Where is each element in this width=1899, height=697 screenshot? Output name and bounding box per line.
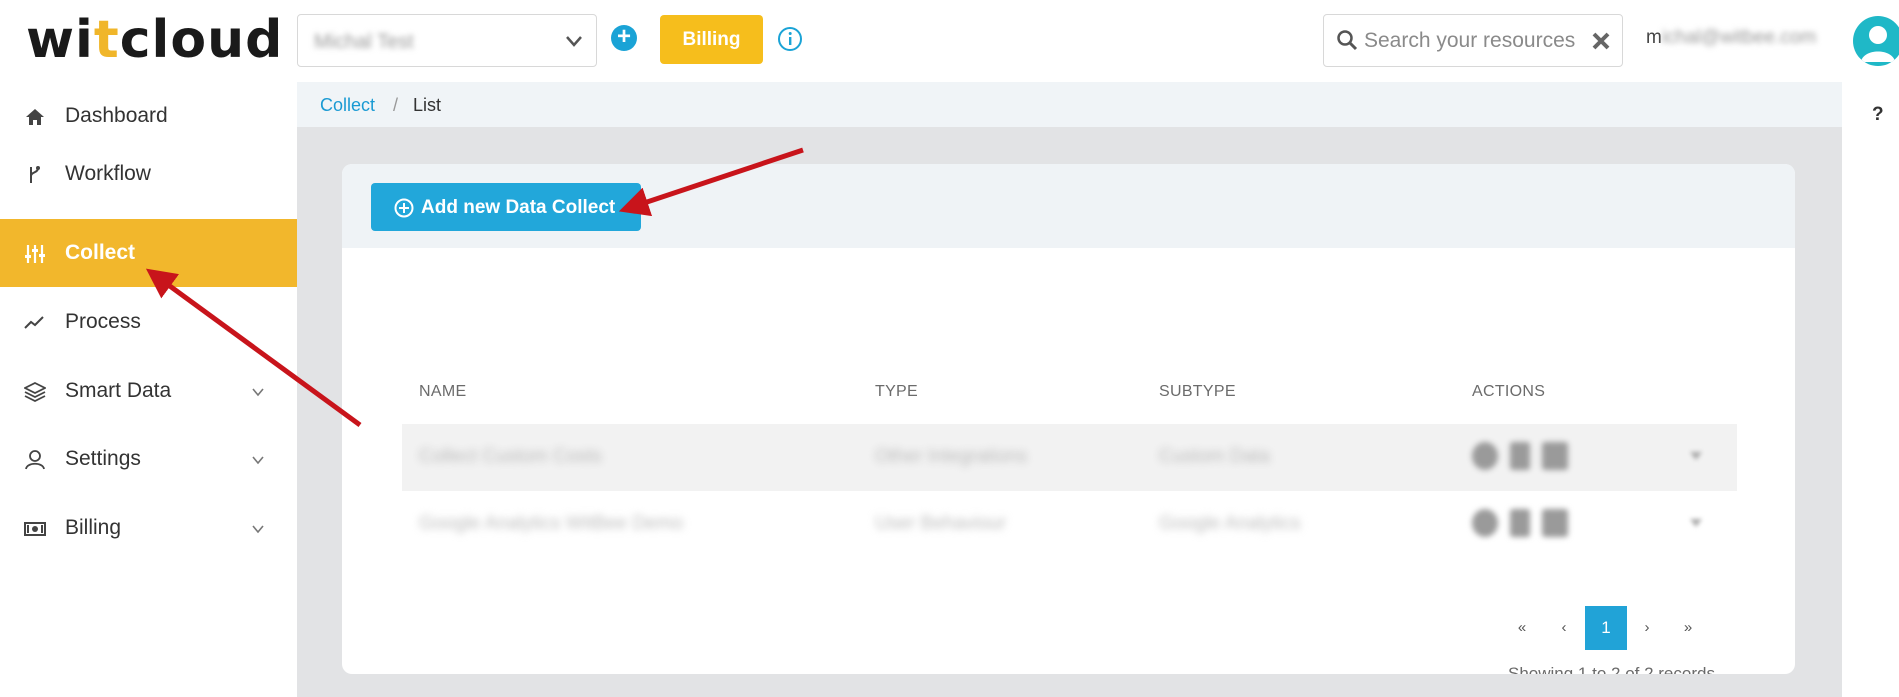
pagination-last[interactable]: »	[1678, 606, 1698, 650]
breadcrumb-link-collect[interactable]: Collect	[320, 95, 375, 116]
account-select-value: Michal Test	[314, 31, 414, 53]
sidebar-item-label: Dashboard	[65, 104, 168, 127]
table-row[interactable]: Google Analytics WitBee Demo User Behavi…	[402, 491, 1737, 558]
cell-name: Collect Custom Costs	[419, 446, 602, 467]
account-select[interactable]: Michal Test	[297, 14, 597, 67]
sidebar: Dashboard Workflow Collect Process Smart…	[0, 82, 297, 697]
delete-icon[interactable]	[1510, 442, 1530, 470]
top-bar: witcloud Michal Test + Billing michal@wi…	[0, 0, 1899, 82]
sidebar-item-collect[interactable]: Collect	[0, 219, 297, 287]
details-icon[interactable]	[1472, 509, 1498, 537]
search-input[interactable]	[1364, 25, 1579, 57]
witcloud-logo[interactable]: witcloud	[26, 10, 283, 70]
cell-type: User Behaviour	[875, 513, 1006, 534]
sidebar-item-label: Process	[65, 310, 141, 333]
avatar[interactable]	[1853, 16, 1899, 66]
cell-subtype: Custom Data	[1159, 446, 1270, 467]
chevron-down-icon[interactable]	[1689, 450, 1703, 462]
sidebar-item-process[interactable]: Process	[0, 288, 297, 356]
column-header-name[interactable]: NAME	[419, 383, 466, 401]
pagination-next[interactable]: ›	[1637, 606, 1657, 650]
sidebar-item-label: Settings	[65, 447, 141, 470]
records-summary: Showing 1 to 2 of 2 records	[1508, 664, 1715, 674]
logo-suffix: cloud	[119, 10, 284, 70]
sidebar-item-label: Collect	[65, 241, 136, 264]
column-header-actions: ACTIONS	[1472, 383, 1546, 400]
user-email-visible: m	[1646, 27, 1662, 48]
data-collect-card: Add new Data Collect NAME TYPE SUBTYPE A…	[342, 164, 1795, 674]
user-email-blurred: ichal@witbee.com	[1661, 27, 1817, 48]
branch-icon	[30, 166, 40, 183]
sidebar-item-label: Smart Data	[65, 379, 172, 402]
layers-icon	[24, 381, 46, 403]
edit-icon[interactable]	[1542, 442, 1568, 470]
help-icon[interactable]: ?	[1872, 104, 1884, 126]
plus-circle-icon	[394, 198, 414, 218]
billing-button[interactable]: Billing	[660, 15, 763, 64]
card-header: Add new Data Collect	[342, 164, 1795, 248]
add-data-collect-label: Add new Data Collect	[421, 197, 616, 218]
cell-type: Other Integrations	[875, 446, 1028, 467]
main-content: Collect / List Add new Data Collect NAME…	[297, 82, 1842, 697]
breadcrumb-separator: /	[393, 95, 399, 115]
logo-accent: t	[93, 10, 120, 70]
table-row[interactable]: Collect Custom Costs Other Integrations …	[402, 424, 1737, 491]
search-icon	[1337, 30, 1358, 51]
pagination-first[interactable]: «	[1512, 606, 1532, 650]
sliders-icon	[25, 245, 45, 263]
column-header-type[interactable]: TYPE	[875, 383, 918, 401]
user-icon	[25, 450, 45, 470]
close-icon[interactable]	[1590, 30, 1612, 52]
logo-prefix: wi	[26, 10, 94, 70]
details-icon[interactable]	[1472, 442, 1498, 470]
home-icon	[26, 109, 44, 125]
pagination-page-1[interactable]: 1	[1585, 606, 1627, 650]
add-account-button[interactable]: +	[611, 25, 637, 51]
user-email[interactable]: michal@witbee.com	[1646, 27, 1816, 49]
chevron-down-icon[interactable]	[1689, 517, 1703, 529]
cell-subtype: Google Analytics	[1159, 513, 1301, 534]
chevron-down-icon	[252, 525, 264, 534]
sidebar-item-workflow[interactable]: Workflow	[0, 140, 297, 208]
money-icon	[24, 522, 46, 536]
pagination-prev[interactable]: ‹	[1554, 606, 1574, 650]
sidebar-item-label: Billing	[65, 516, 122, 539]
chevron-down-icon	[252, 456, 264, 465]
sidebar-item-label: Workflow	[65, 162, 151, 185]
sidebar-item-settings[interactable]: Settings	[0, 425, 297, 493]
cell-name: Google Analytics WitBee Demo	[419, 513, 684, 534]
user-avatar-icon	[1861, 26, 1895, 62]
breadcrumb: Collect / List	[297, 82, 1842, 127]
chart-line-icon	[24, 316, 44, 329]
delete-icon[interactable]	[1510, 509, 1530, 537]
add-data-collect-button[interactable]: Add new Data Collect	[371, 183, 641, 231]
sidebar-item-billing[interactable]: Billing	[0, 494, 297, 562]
search-box	[1323, 14, 1623, 67]
edit-icon[interactable]	[1542, 509, 1568, 537]
plus-icon: +	[616, 23, 631, 50]
column-header-subtype[interactable]: SUBTYPE	[1159, 383, 1236, 401]
chevron-down-icon	[566, 36, 582, 47]
info-icon[interactable]	[777, 26, 803, 52]
chevron-down-icon	[252, 388, 264, 397]
sidebar-item-smart-data[interactable]: Smart Data	[0, 357, 297, 425]
breadcrumb-current: List	[413, 95, 442, 115]
